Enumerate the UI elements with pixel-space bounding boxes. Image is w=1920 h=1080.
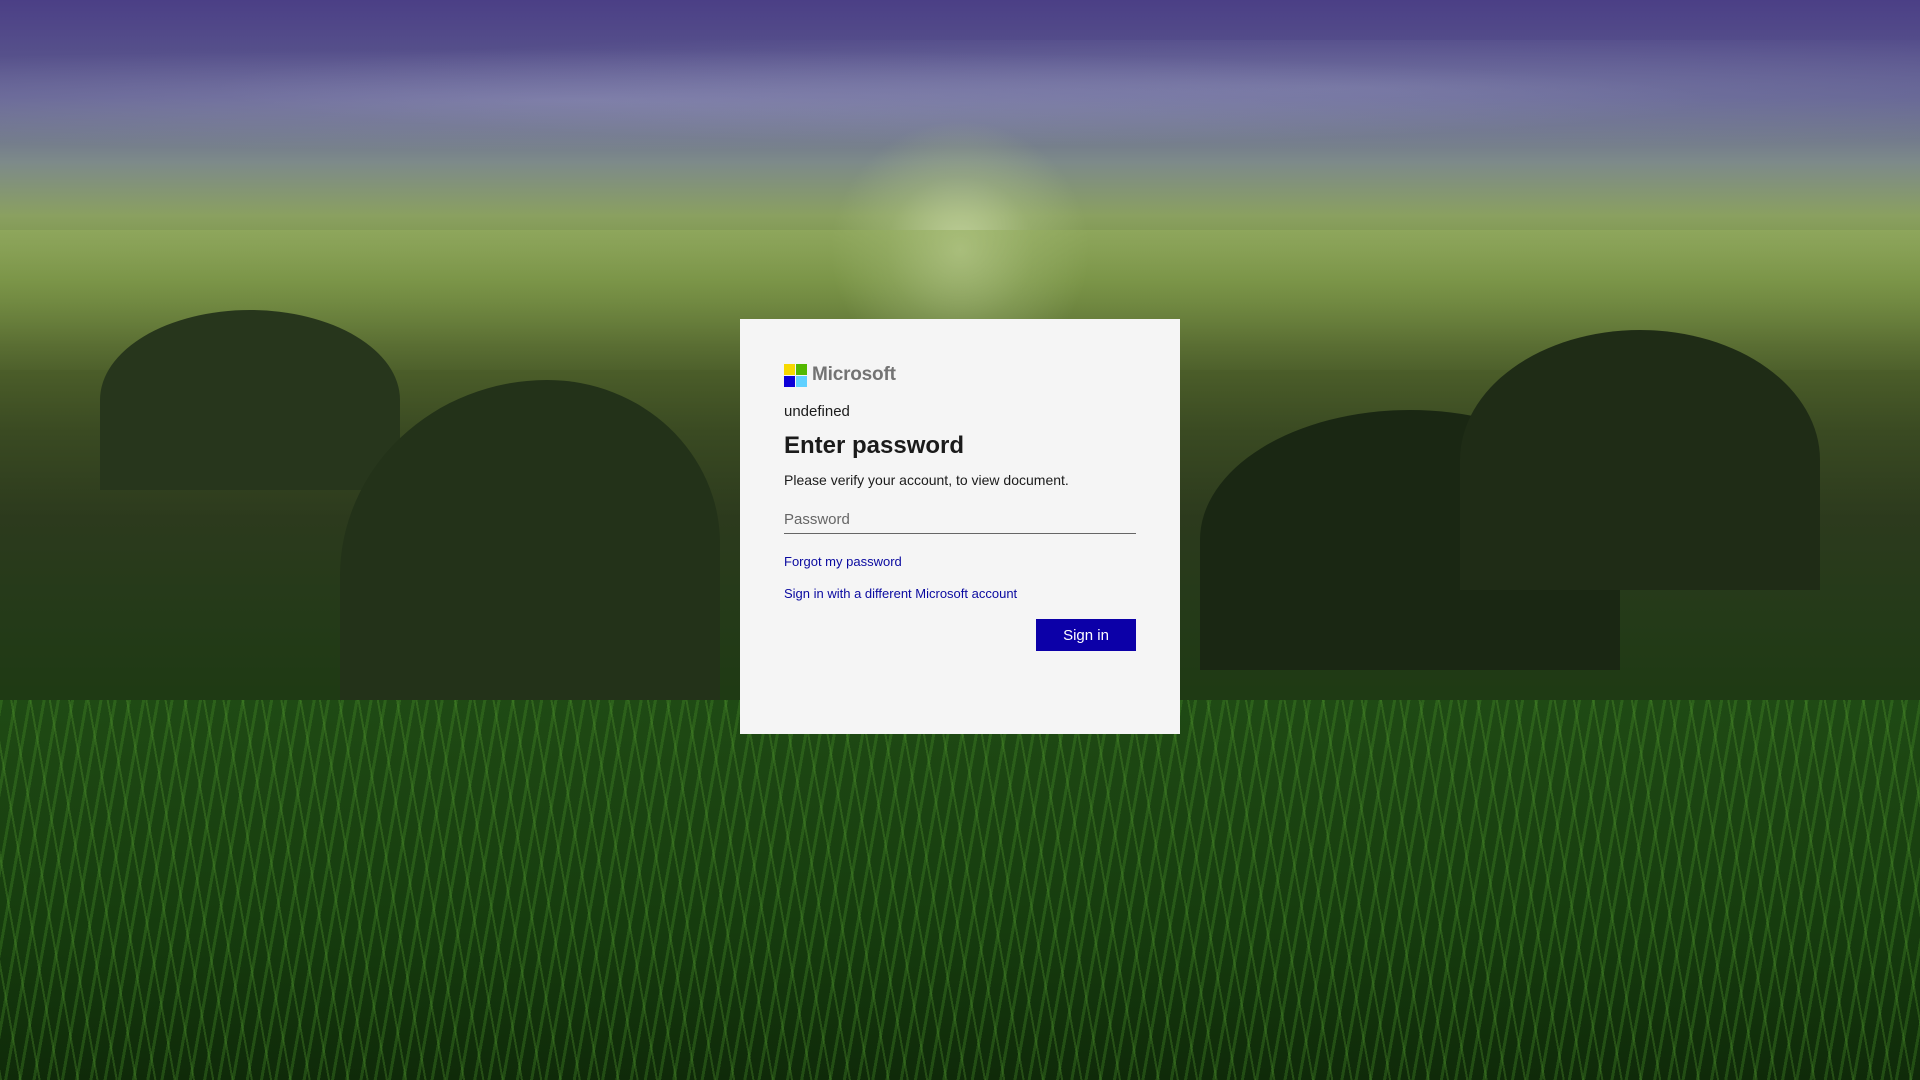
login-card: Microsoft undefined Enter password Pleas…: [740, 319, 1180, 734]
page-title: Enter password: [784, 432, 965, 459]
account-identity: undefined: [784, 403, 850, 420]
logo-square: [784, 375, 795, 387]
logo-square: [796, 363, 807, 375]
grass-foreground: [0, 700, 1920, 1080]
description-text: Please verify your account, to view docu…: [784, 472, 1069, 488]
brand-logo: Microsoft: [784, 363, 1136, 387]
different-account-link[interactable]: Sign in with a different Microsoft accou…: [784, 586, 1136, 601]
logo-square: [784, 363, 795, 375]
button-row: Sign in: [784, 619, 1136, 651]
password-input[interactable]: [784, 506, 1136, 534]
hill: [100, 310, 400, 490]
brand-name: Microsoft: [812, 364, 896, 385]
forgot-password-link[interactable]: Forgot my password: [784, 554, 1136, 569]
sign-in-button[interactable]: Sign in: [1036, 619, 1136, 651]
microsoft-logo-icon: [784, 363, 807, 387]
logo-square: [796, 375, 807, 387]
hill: [1460, 330, 1820, 590]
